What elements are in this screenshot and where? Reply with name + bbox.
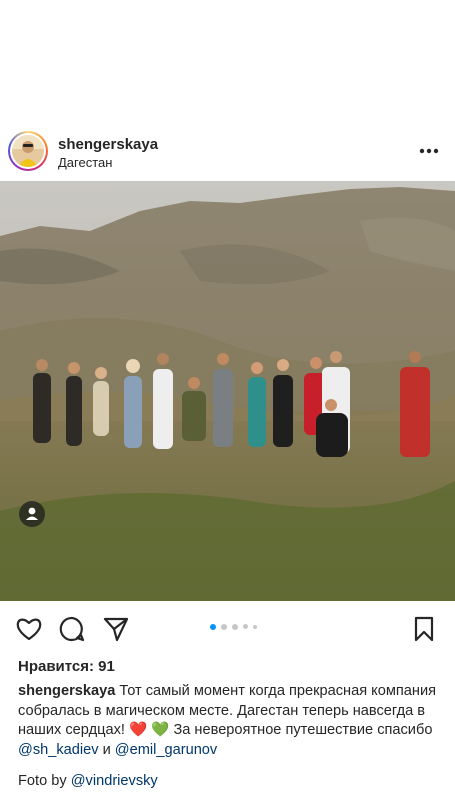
photo-credit: Foto by @vindrievsky: [18, 773, 158, 789]
green-heart-emoji: 💚: [151, 722, 170, 738]
avatar-frame: [10, 133, 46, 169]
post-caption: shengerskaya Тот самый момент когда прек…: [18, 682, 438, 760]
likes-count[interactable]: Нравится: 91: [18, 658, 115, 675]
mention-link[interactable]: @vindrievsky: [71, 773, 158, 789]
post-photo[interactable]: [0, 181, 455, 601]
heart-icon[interactable]: [14, 614, 44, 644]
carousel-dot: [232, 624, 238, 630]
caption-username[interactable]: shengerskaya: [18, 683, 115, 699]
comment-icon[interactable]: [57, 614, 87, 644]
carousel-dot: [253, 625, 257, 629]
carousel-dot-active: [210, 624, 216, 630]
post-username[interactable]: shengerskaya: [58, 136, 158, 153]
red-heart-emoji: ❤️: [128, 722, 148, 738]
carousel-dot: [243, 624, 248, 629]
bookmark-icon[interactable]: [409, 614, 439, 644]
instagram-post: shengerskaya Дагестан Нравится: 91 sheng…: [0, 121, 455, 789]
avatar[interactable]: [12, 135, 44, 167]
caption-text: За невероятное путешествие спасибо: [169, 722, 433, 738]
credit-prefix: Foto by: [18, 773, 71, 789]
caption-text: и: [98, 741, 115, 758]
action-bar: [0, 601, 455, 657]
post-location[interactable]: Дагестан: [58, 155, 112, 170]
mention-link[interactable]: @sh_kadiev: [18, 742, 99, 758]
more-icon[interactable]: [414, 139, 444, 163]
mention-link[interactable]: @emil_garunov: [115, 742, 217, 758]
carousel-dot: [221, 624, 227, 630]
share-icon[interactable]: [101, 614, 131, 644]
post-header: shengerskaya Дагестан: [0, 121, 455, 181]
person-tag-icon[interactable]: [19, 501, 45, 527]
story-ring[interactable]: [8, 131, 48, 171]
